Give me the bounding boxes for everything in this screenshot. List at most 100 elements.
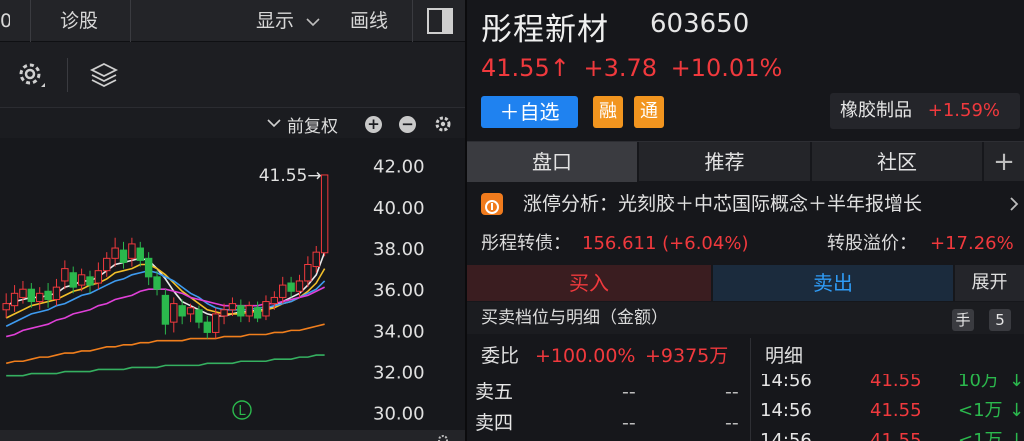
candle-body xyxy=(270,296,279,305)
margin-badge[interactable]: 融 xyxy=(593,96,623,128)
tab-community[interactable]: 社区 xyxy=(812,142,982,182)
candle-body xyxy=(287,282,295,292)
unit-hand-toggle[interactable]: 手 xyxy=(952,309,974,331)
y-tick-label: 42.00 xyxy=(373,157,425,178)
candle-body xyxy=(304,264,312,282)
detail-price: 41.55 xyxy=(870,374,922,391)
orderbook-header: 买卖档位与明细（金额） 手 5 xyxy=(467,302,1024,334)
tab-recommend[interactable]: 推荐 xyxy=(639,142,810,182)
quote-tabs: 盘口 推荐 社区 + xyxy=(467,141,1024,182)
small-gear-icon[interactable] xyxy=(436,431,450,441)
zoom-out-icon[interactable]: − xyxy=(399,116,416,133)
add-tab-button[interactable]: + xyxy=(984,142,1024,182)
ratio-label: 委比 xyxy=(481,345,520,367)
y-tick-label: 32.00 xyxy=(373,363,425,384)
detail-time: 14:56 xyxy=(760,374,812,391)
candle-body xyxy=(144,257,153,278)
y-tick-label: 40.00 xyxy=(373,198,425,219)
chevron-down-icon xyxy=(267,119,281,128)
convertible-bond-row[interactable]: 彤程转债： 156.611 (+6.04%) 转股溢价： +17.26% xyxy=(467,226,1024,262)
add-watchlist-button[interactable]: ＋自选 xyxy=(481,96,578,128)
toolbar-divider xyxy=(130,0,131,42)
limit-up-icon xyxy=(481,193,503,215)
orderbook-row: 卖五 -- -- xyxy=(467,378,747,406)
level-label: 卖四 xyxy=(475,412,514,434)
candle-body xyxy=(178,305,186,317)
candle-body xyxy=(153,276,161,290)
buy-button[interactable]: 买入 xyxy=(467,265,711,301)
gear-icon[interactable] xyxy=(14,58,48,92)
detail-amount: <1万 xyxy=(958,400,1003,421)
candle-body xyxy=(253,307,262,319)
detail-price: 41.55 xyxy=(870,430,922,441)
zoom-in-icon[interactable]: + xyxy=(365,116,382,133)
stock-code: 603650 xyxy=(650,9,750,39)
level-price: -- xyxy=(622,381,636,403)
detail-row: 14:56 41.55 10万 ↓ xyxy=(755,374,1024,396)
level-price: -- xyxy=(622,412,636,434)
candle-body xyxy=(103,257,111,272)
detail-label: 明细 xyxy=(765,345,804,367)
level-count-toggle[interactable]: 5 xyxy=(989,309,1011,331)
level-volume: -- xyxy=(725,381,739,403)
candle-body xyxy=(228,303,237,311)
detail-price: 41.55 xyxy=(870,400,922,421)
candle-body xyxy=(86,276,94,286)
detail-amount: <1万 xyxy=(958,430,1003,441)
price-change: +3.78 xyxy=(583,54,658,82)
chart-option-bar: 前复权 + − xyxy=(0,108,465,138)
chart-bottom-bar xyxy=(0,430,465,441)
candle-body xyxy=(312,251,320,268)
premium-label: 转股溢价： xyxy=(827,233,917,254)
candle-body xyxy=(19,288,27,298)
marker-badge: L xyxy=(238,404,246,419)
tab-orderbook[interactable]: 盘口 xyxy=(467,142,637,182)
display-dropdown[interactable]: 显示 xyxy=(256,0,320,42)
price-line: 41.55↑ +3.78 +10.01% xyxy=(481,54,782,82)
candle-body xyxy=(186,307,195,315)
candle-body xyxy=(10,292,19,307)
chevron-right-icon xyxy=(1010,197,1019,211)
candle-body xyxy=(119,249,128,263)
toolbar-divider xyxy=(30,0,31,42)
candle-body xyxy=(203,321,212,333)
sector-tag[interactable]: 橡胶制品 +1.59% xyxy=(830,93,1020,129)
diagnose-button[interactable]: 诊股 xyxy=(60,0,98,42)
panel-toggle-icon[interactable] xyxy=(426,7,454,35)
expand-button[interactable]: 展开 xyxy=(955,265,1024,301)
connect-badge[interactable]: 通 xyxy=(634,96,664,128)
adjust-mode-dropdown[interactable]: 前复权 xyxy=(287,112,338,137)
quote-pane: 彤程新材 603650 41.55↑ +3.78 +10.01% ＋自选 融 通… xyxy=(467,0,1024,441)
toolbar-divider xyxy=(412,0,413,42)
moving-average-line xyxy=(6,354,325,377)
chart-gear-icon[interactable] xyxy=(433,114,453,134)
toolbar-divider xyxy=(67,58,68,92)
convertible-value: 156.611 (+6.04%) xyxy=(582,233,749,254)
last-price-marker: 41.55→ xyxy=(259,166,322,186)
level-volume: -- xyxy=(725,412,739,434)
detail-amount: 10万 xyxy=(958,374,999,391)
sector-name: 橡胶制品 xyxy=(840,100,912,121)
candle-body xyxy=(245,305,253,317)
candle-body xyxy=(279,284,287,298)
chart-settings-bar xyxy=(0,42,465,108)
layers-icon[interactable] xyxy=(89,60,119,90)
sell-button[interactable]: 卖出 xyxy=(713,265,953,301)
trade-detail-list[interactable]: 14:56 41.55 10万 ↓ 14:56 41.55 <1万 ↓ 14:5… xyxy=(755,374,1024,441)
candle-body xyxy=(111,247,119,259)
level-label: 卖五 xyxy=(475,381,514,403)
candle-body xyxy=(237,305,245,317)
orderbook-row: 卖四 -- -- xyxy=(467,409,747,437)
orderbook-title: 买卖档位与明细（金额） xyxy=(481,308,668,328)
y-tick-label: 38.00 xyxy=(373,239,425,260)
candle-body xyxy=(52,286,61,300)
limit-up-analysis[interactable]: 涨停分析：光刻胶＋中芯国际概念＋半年报增长 xyxy=(467,185,1024,223)
candle-body xyxy=(195,309,203,323)
candle-body xyxy=(77,274,86,286)
candle-body xyxy=(2,303,10,311)
detail-row: 14:56 41.55 <1万 ↓ xyxy=(755,426,1024,441)
candle-body xyxy=(170,303,178,323)
draw-line-button[interactable]: 画线 xyxy=(350,0,388,42)
last-price: 41.55↑ xyxy=(481,54,570,82)
kline-chart[interactable]: 42.00 40.00 38.00 36.00 34.00 32.00 30.00 41.55… xyxy=(0,138,465,430)
